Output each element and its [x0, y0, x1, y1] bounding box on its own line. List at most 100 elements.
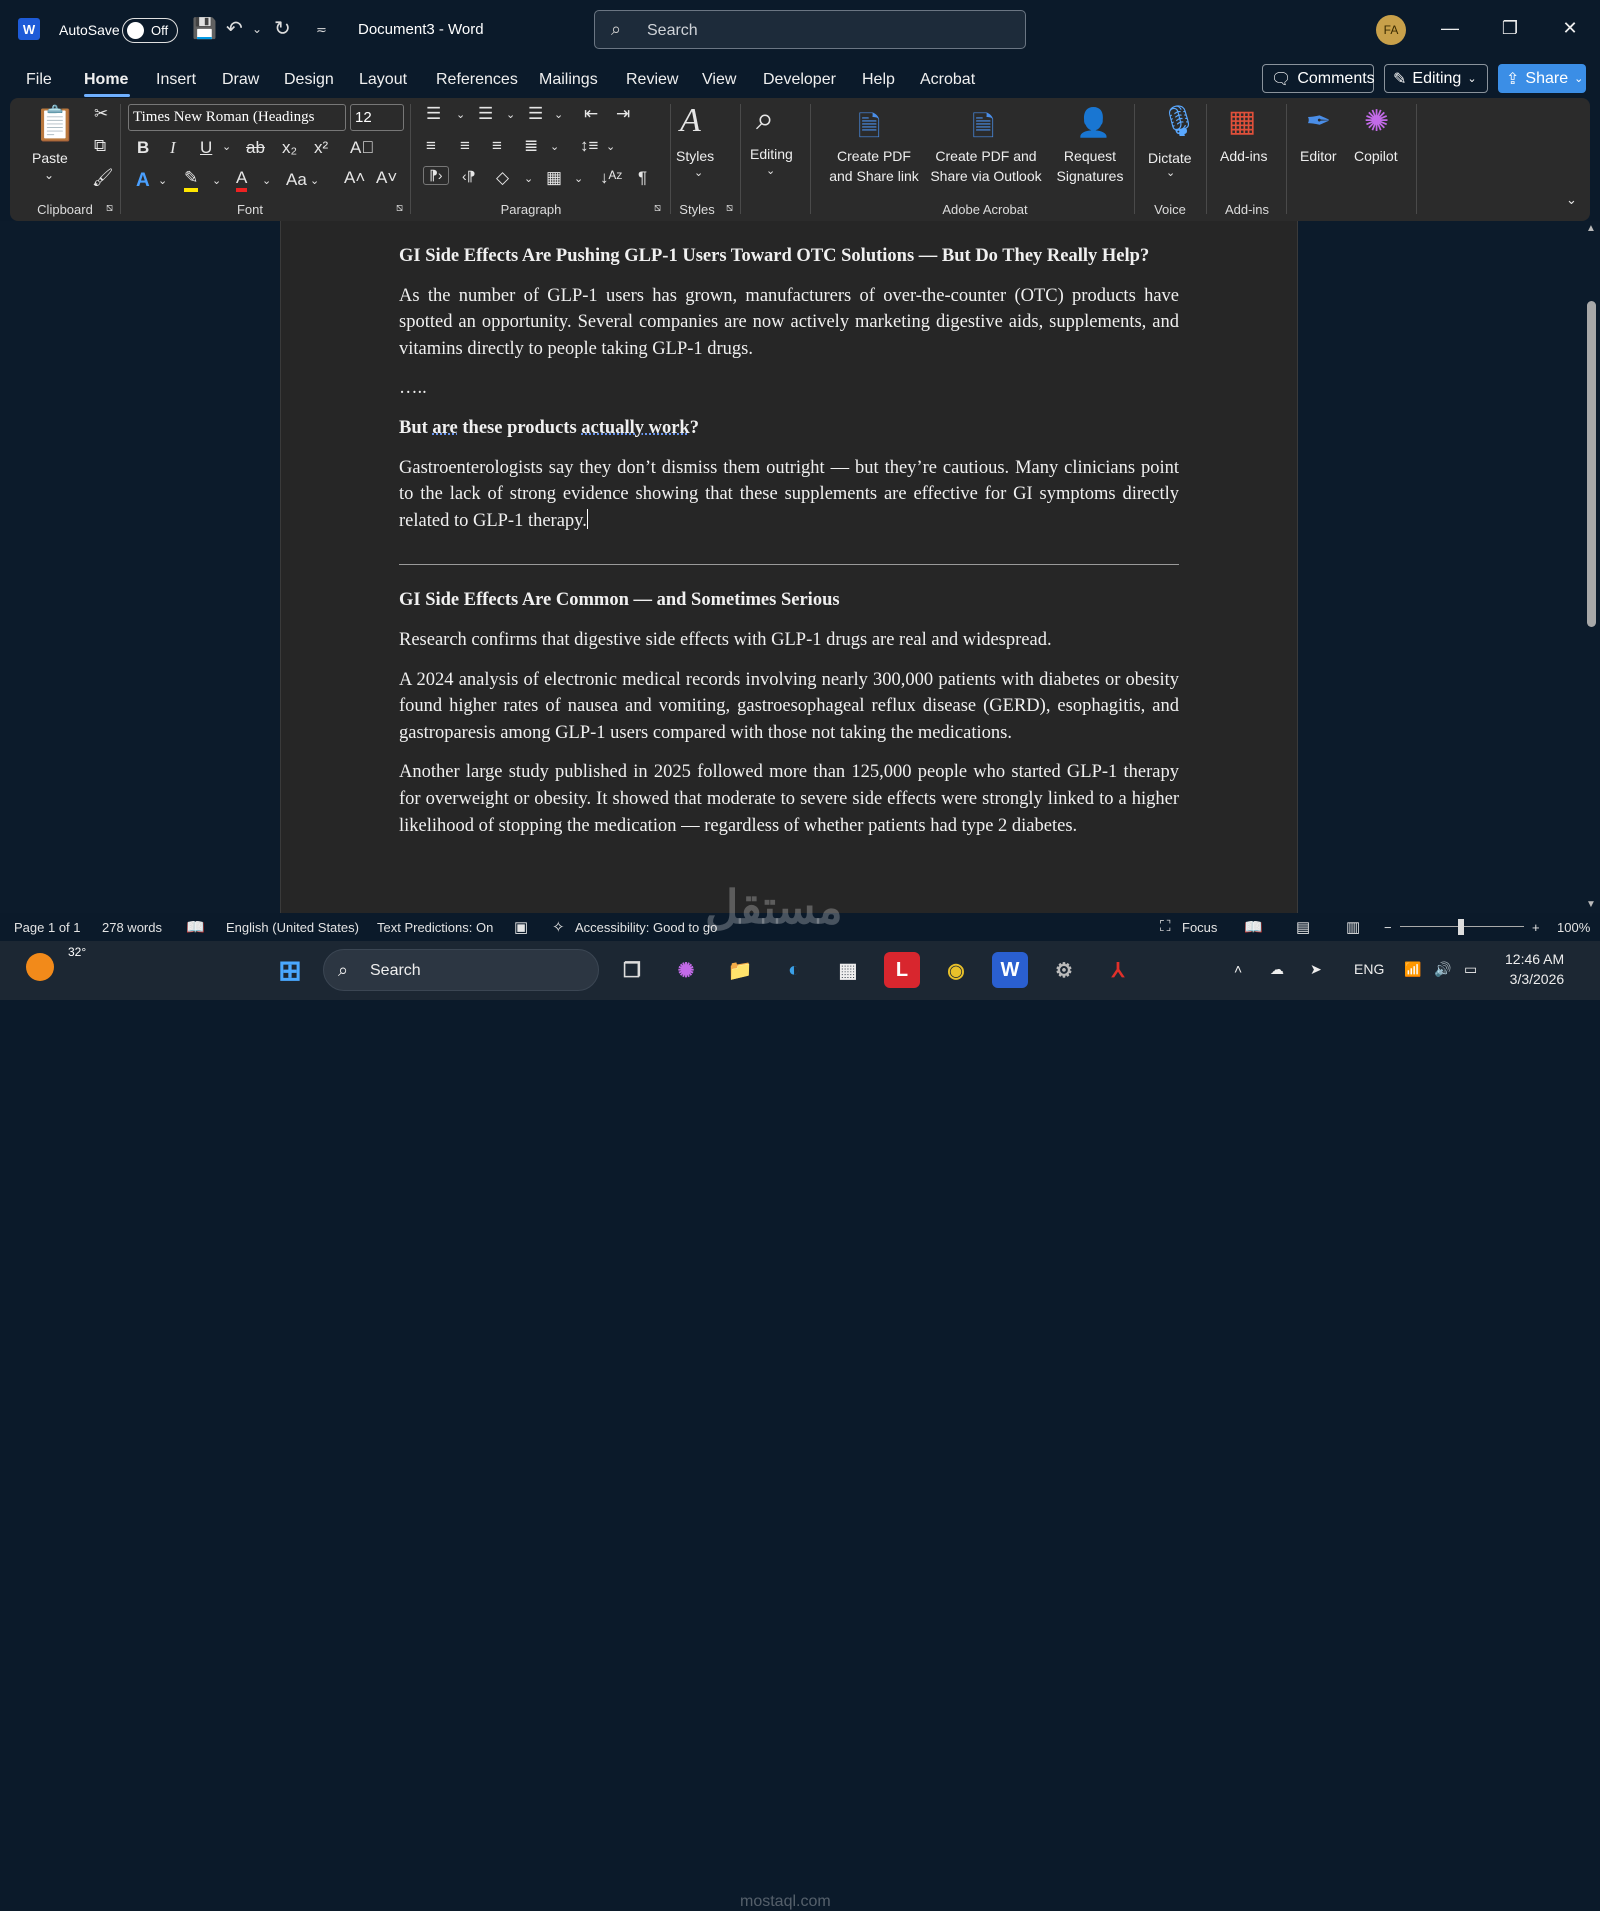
paste-icon[interactable]: 📋	[34, 104, 76, 144]
tab-insert[interactable]: Insert	[156, 71, 196, 89]
start-icon[interactable]: ⊞	[272, 952, 308, 988]
chevron-down-icon[interactable]: ⌄	[1166, 166, 1175, 179]
copy-icon[interactable]: ⧉	[94, 136, 106, 156]
strikethrough-icon[interactable]: ab	[246, 138, 265, 158]
shrink-font-icon[interactable]: A˅	[376, 168, 397, 188]
dialog-launcher-icon[interactable]: ⧅	[106, 202, 113, 215]
underline-icon[interactable]: U	[200, 138, 212, 158]
app-l-icon[interactable]: L	[884, 952, 920, 988]
chevron-down-icon[interactable]: ⌄	[606, 140, 615, 153]
paragraph-5[interactable]: Another large study published in 2025 fo…	[399, 759, 1179, 839]
scroll-thumb[interactable]	[1587, 301, 1596, 627]
cloud-icon[interactable]: ☁	[1270, 961, 1284, 978]
font-color-icon[interactable]: A	[236, 168, 248, 192]
tab-layout[interactable]: Layout	[359, 71, 407, 89]
grow-font-icon[interactable]: A˄	[344, 168, 365, 188]
search-box[interactable]: ⌕ Search	[594, 10, 1026, 49]
word-taskbar-icon[interactable]: W	[992, 952, 1028, 988]
weather-sun-icon[interactable]: 32°	[26, 945, 86, 981]
redo-icon[interactable]: ↻	[274, 16, 291, 41]
wifi-icon[interactable]: 📶	[1404, 961, 1421, 978]
zoom-in-icon[interactable]: +	[1532, 920, 1540, 935]
highlight-icon[interactable]: ✎	[184, 168, 199, 192]
undo-dropdown-icon[interactable]: ⌄	[252, 22, 262, 36]
language-indicator[interactable]: ENG	[1354, 961, 1384, 977]
paragraph-4[interactable]: A 2024 analysis of electronic medical re…	[399, 667, 1179, 747]
chevron-down-icon[interactable]: ⌄	[44, 168, 54, 182]
heading-1[interactable]: GI Side Effects Are Pushing GLP-1 Users …	[399, 243, 1179, 270]
tab-references[interactable]: References	[436, 71, 518, 89]
chevron-down-icon[interactable]: ⌄	[550, 140, 559, 153]
save-icon[interactable]: 💾	[192, 16, 217, 41]
ltr-icon[interactable]: ⁋›	[423, 166, 449, 185]
ellipsis-line[interactable]: …..	[399, 375, 1179, 402]
macro-icon[interactable]: ▣	[514, 918, 528, 936]
grammar-flag[interactable]: actually work	[581, 418, 689, 438]
volume-icon[interactable]: 🔊	[1434, 961, 1451, 978]
align-left-icon[interactable]: ≡	[426, 136, 436, 156]
borders-icon[interactable]: ▦	[546, 168, 562, 188]
justify-icon[interactable]: ≣	[524, 136, 538, 156]
battery-icon[interactable]: ▭	[1464, 961, 1477, 978]
tab-review[interactable]: Review	[626, 71, 678, 89]
proofing-icon[interactable]: 📖	[186, 918, 205, 936]
chevron-down-icon[interactable]: ⌄	[262, 174, 271, 187]
customize-qat-icon[interactable]: ≂	[316, 22, 327, 38]
clear-formatting-icon[interactable]: A⃠	[350, 138, 374, 158]
change-case-icon[interactable]: Aa	[286, 170, 307, 190]
copilot-label[interactable]: Copilot	[1354, 146, 1398, 166]
chevron-down-icon[interactable]: ⌄	[212, 174, 221, 187]
zoom-out-icon[interactable]: −	[1384, 920, 1392, 935]
store-icon[interactable]: ▦	[830, 952, 866, 988]
paste-label[interactable]: Paste	[32, 148, 68, 168]
chevron-down-icon[interactable]: ⌄	[158, 174, 167, 187]
rtl-icon[interactable]: ‹⁋	[462, 168, 476, 185]
tab-draw[interactable]: Draw	[222, 71, 259, 89]
grammar-flag[interactable]: are	[432, 418, 457, 438]
tab-view[interactable]: View	[702, 71, 736, 89]
user-avatar[interactable]: FA	[1376, 15, 1406, 45]
tab-home[interactable]: Home	[84, 71, 128, 89]
align-right-icon[interactable]: ≡	[492, 136, 502, 156]
language[interactable]: English (United States)	[226, 920, 359, 935]
dialog-launcher-icon[interactable]: ⧅	[726, 202, 733, 215]
vertical-scrollbar[interactable]: ▲ ▼	[1583, 221, 1600, 913]
focus-label[interactable]: Focus	[1182, 920, 1217, 935]
document-body[interactable]: GI Side Effects Are Pushing GLP-1 Users …	[399, 243, 1179, 852]
create-pdf-outlook-button[interactable]: Create PDF and Share via Outlook	[924, 146, 1048, 186]
editing-search-icon[interactable]: ⌕	[756, 100, 774, 138]
web-layout-icon[interactable]: ▥	[1346, 918, 1360, 936]
read-mode-icon[interactable]: 📖	[1244, 918, 1263, 936]
show-formatting-icon[interactable]: ¶	[638, 168, 647, 188]
shading-icon[interactable]: ◇	[496, 168, 509, 188]
document-page[interactable]: GI Side Effects Are Pushing GLP-1 Users …	[280, 221, 1298, 913]
zoom-slider-thumb[interactable]	[1458, 919, 1464, 935]
text-effects-icon[interactable]: A	[136, 170, 150, 192]
italic-icon[interactable]: I	[170, 138, 176, 158]
editing-group-label[interactable]: Editing	[750, 144, 793, 164]
request-signatures-button[interactable]: Request Signatures	[1050, 146, 1130, 186]
text-predictions[interactable]: Text Predictions: On	[377, 920, 493, 935]
dialog-launcher-icon[interactable]: ⧅	[396, 202, 403, 215]
comments-button[interactable]: 🗨 Comments	[1262, 64, 1375, 93]
format-painter-icon[interactable]: 🖌	[92, 168, 114, 188]
editing-mode-button[interactable]: ✎ Editing ⌄	[1384, 64, 1488, 93]
location-icon[interactable]: ➤	[1310, 961, 1322, 978]
chevron-up-icon[interactable]: ˄	[1234, 961, 1242, 977]
increase-indent-icon[interactable]: ⇥	[616, 104, 630, 124]
styles-icon[interactable]: A	[680, 102, 701, 140]
copilot-taskbar-icon[interactable]: ✺	[668, 952, 704, 988]
request-signatures-icon[interactable]: 👤	[1076, 106, 1111, 139]
print-layout-icon[interactable]: ▤	[1296, 918, 1310, 936]
task-view-icon[interactable]: ❐	[614, 952, 650, 988]
edge-icon[interactable]: ◐	[776, 952, 812, 988]
accessibility-status[interactable]: Accessibility: Good to go	[575, 920, 717, 935]
dictate-label[interactable]: Dictate	[1148, 148, 1192, 168]
collapse-ribbon-icon[interactable]: ⌄	[1566, 192, 1577, 208]
acrobat-icon[interactable]: ⅄	[1100, 952, 1136, 988]
numbering-icon[interactable]: ☰	[478, 104, 493, 124]
page-count[interactable]: Page 1 of 1	[14, 920, 81, 935]
chevron-down-icon[interactable]: ⌄	[574, 172, 583, 185]
line-spacing-icon[interactable]: ↕≡	[580, 136, 598, 156]
sort-icon[interactable]: ↓ᴬᶻ	[600, 168, 622, 188]
